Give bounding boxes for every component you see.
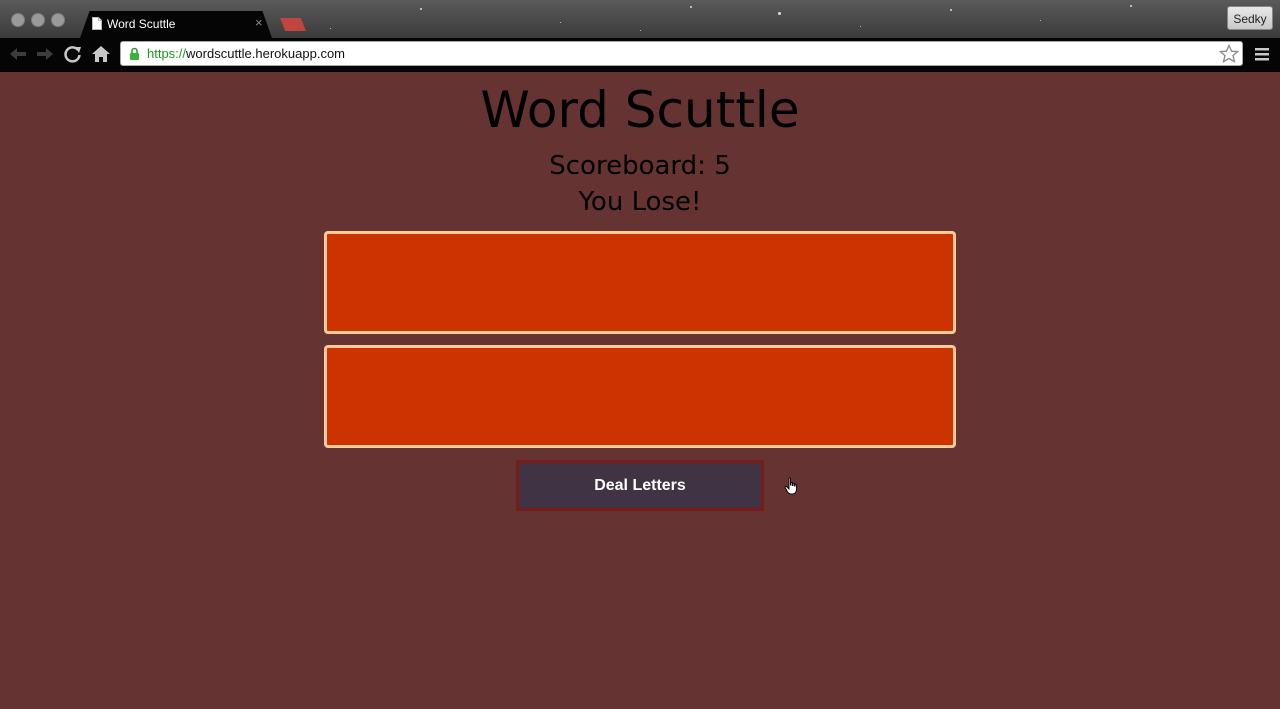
letter-tray-upper[interactable] [324, 231, 956, 334]
result-message: You Lose! [578, 187, 702, 217]
page-title: Word Scuttle [480, 81, 800, 139]
back-arrow-icon[interactable] [8, 45, 28, 63]
document-icon [92, 17, 102, 30]
reload-icon[interactable] [63, 45, 83, 63]
profile-button[interactable]: Sedky [1227, 6, 1273, 30]
tab-title: Word Scuttle [107, 17, 176, 31]
letter-tray-lower[interactable] [324, 345, 956, 448]
url-host: wordscuttle.herokuapp.com [186, 46, 346, 61]
deal-letters-button[interactable]: Deal Letters [516, 460, 764, 511]
hand-pointer-icon [784, 477, 797, 495]
scoreboard: Scoreboard: 5 [0, 150, 1280, 182]
home-icon[interactable] [91, 45, 111, 63]
star-icon[interactable] [1219, 44, 1239, 64]
window-close-button[interactable] [11, 13, 25, 27]
hamburger-menu-icon[interactable] [1253, 45, 1271, 63]
window-minimize-button[interactable] [31, 13, 45, 27]
window-maximize-button[interactable] [51, 13, 65, 27]
address-bar[interactable]: https://wordscuttle.herokuapp.com [120, 41, 1243, 66]
tab-close-icon[interactable]: × [255, 16, 263, 30]
new-tab-button[interactable] [280, 18, 306, 31]
scoreboard-value: 5 [714, 151, 731, 181]
lock-icon [130, 47, 139, 60]
browser-tab-strip: Word Scuttle × Sedky [0, 0, 1280, 38]
forward-arrow-icon[interactable] [35, 45, 55, 63]
game-page: Word Scuttle Scoreboard: 5 You Lose! Dea… [0, 72, 1280, 709]
url-scheme: https:// [147, 46, 187, 61]
url-text[interactable]: https://wordscuttle.herokuapp.com [147, 46, 345, 62]
scoreboard-label: Scoreboard: [549, 151, 715, 181]
